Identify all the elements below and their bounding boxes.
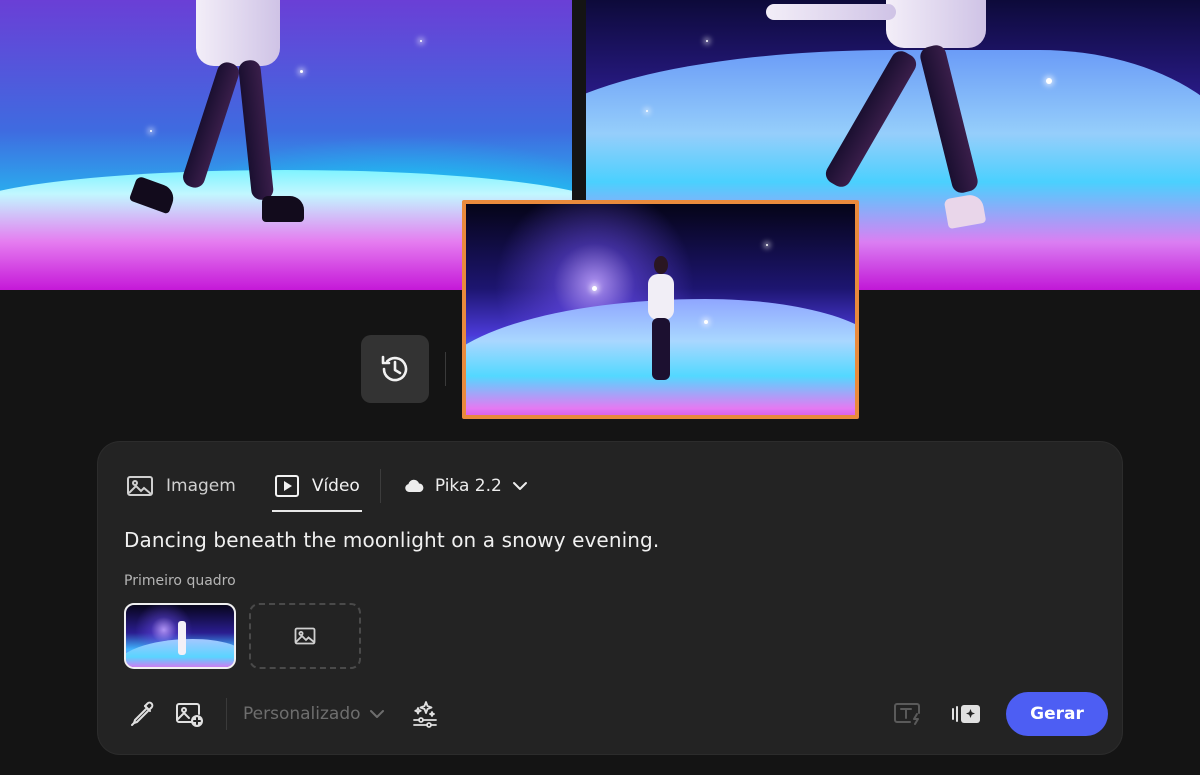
- divider: [379, 469, 381, 503]
- figure-arm: [766, 4, 896, 20]
- star: [420, 40, 422, 42]
- eyedropper-icon: [128, 700, 156, 728]
- selected-video-preview[interactable]: [462, 200, 859, 419]
- add-image-icon: [175, 700, 205, 728]
- tab-label: Vídeo: [311, 476, 360, 496]
- figure-jacket: [196, 0, 280, 66]
- figure-sweater: [648, 274, 674, 320]
- star: [592, 286, 597, 291]
- star: [1046, 78, 1052, 84]
- history-button[interactable]: [361, 335, 429, 403]
- star: [150, 130, 152, 132]
- figure-legs: [652, 318, 670, 380]
- star: [646, 110, 648, 112]
- effects-button[interactable]: [407, 696, 443, 732]
- star: [706, 40, 708, 42]
- star: [704, 320, 708, 324]
- sparkle-frames-icon: [950, 702, 982, 726]
- prompt-panel: Imagem Vídeo Pika 2.2 Dancing beneath th…: [98, 442, 1122, 754]
- text-effects-button[interactable]: [890, 696, 926, 732]
- history-icon: [378, 352, 412, 386]
- text-lightning-icon: [893, 701, 923, 727]
- cloud-icon: [403, 478, 425, 494]
- figure-jacket: [886, 0, 986, 48]
- chevron-down-icon: [369, 709, 385, 719]
- first-frame-label: Primeiro quadro: [124, 573, 236, 589]
- last-frame-slot[interactable]: [249, 603, 361, 669]
- generate-variations-button[interactable]: [948, 696, 984, 732]
- video-icon: [274, 474, 300, 498]
- star: [766, 244, 768, 246]
- tab-image[interactable]: Imagem: [124, 466, 238, 506]
- figure-head: [654, 256, 668, 274]
- model-label: Pika 2.2: [434, 476, 502, 496]
- image-placeholder-icon: [294, 627, 316, 645]
- first-frame-thumbnail[interactable]: [124, 603, 236, 669]
- style-select[interactable]: Personalizado: [243, 704, 385, 724]
- model-select[interactable]: Pika 2.2: [403, 476, 528, 496]
- image-icon: [126, 474, 154, 498]
- tab-video[interactable]: Vídeo: [271, 466, 362, 512]
- add-image-button[interactable]: [172, 696, 208, 732]
- sparkle-settings-icon: [410, 699, 440, 729]
- style-label: Personalizado: [243, 704, 361, 724]
- divider: [445, 352, 446, 386]
- generate-button[interactable]: Gerar: [1006, 692, 1108, 736]
- figure: [178, 621, 186, 655]
- star: [300, 70, 303, 73]
- mode-tabs: Imagem Vídeo Pika 2.2: [124, 466, 528, 512]
- figure-boot: [262, 196, 304, 222]
- chevron-down-icon: [512, 481, 528, 491]
- prompt-input[interactable]: Dancing beneath the moonlight on a snowy…: [124, 528, 659, 552]
- eyedropper-button[interactable]: [124, 696, 160, 732]
- tab-label: Imagem: [166, 476, 236, 496]
- composer-toolbar: Personalizado Gerar: [124, 692, 1108, 736]
- divider: [226, 698, 227, 730]
